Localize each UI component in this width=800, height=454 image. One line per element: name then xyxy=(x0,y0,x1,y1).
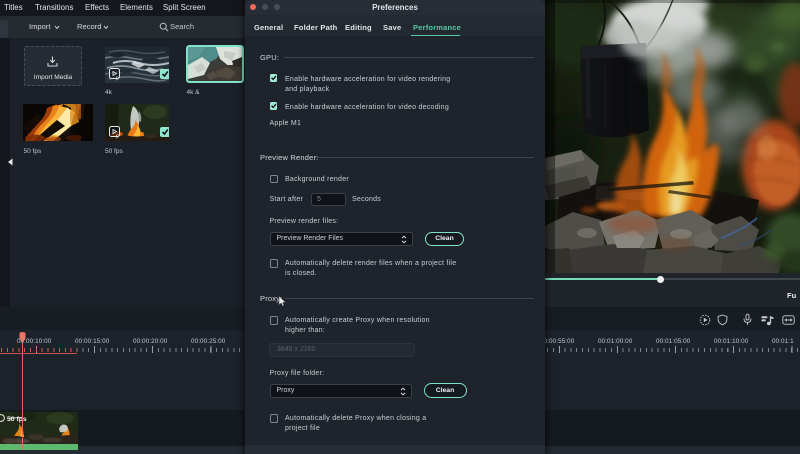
svg-text:p: p xyxy=(116,134,119,140)
svg-text:50 fps: 50 fps xyxy=(7,416,27,423)
svg-text:p: p xyxy=(116,76,119,82)
